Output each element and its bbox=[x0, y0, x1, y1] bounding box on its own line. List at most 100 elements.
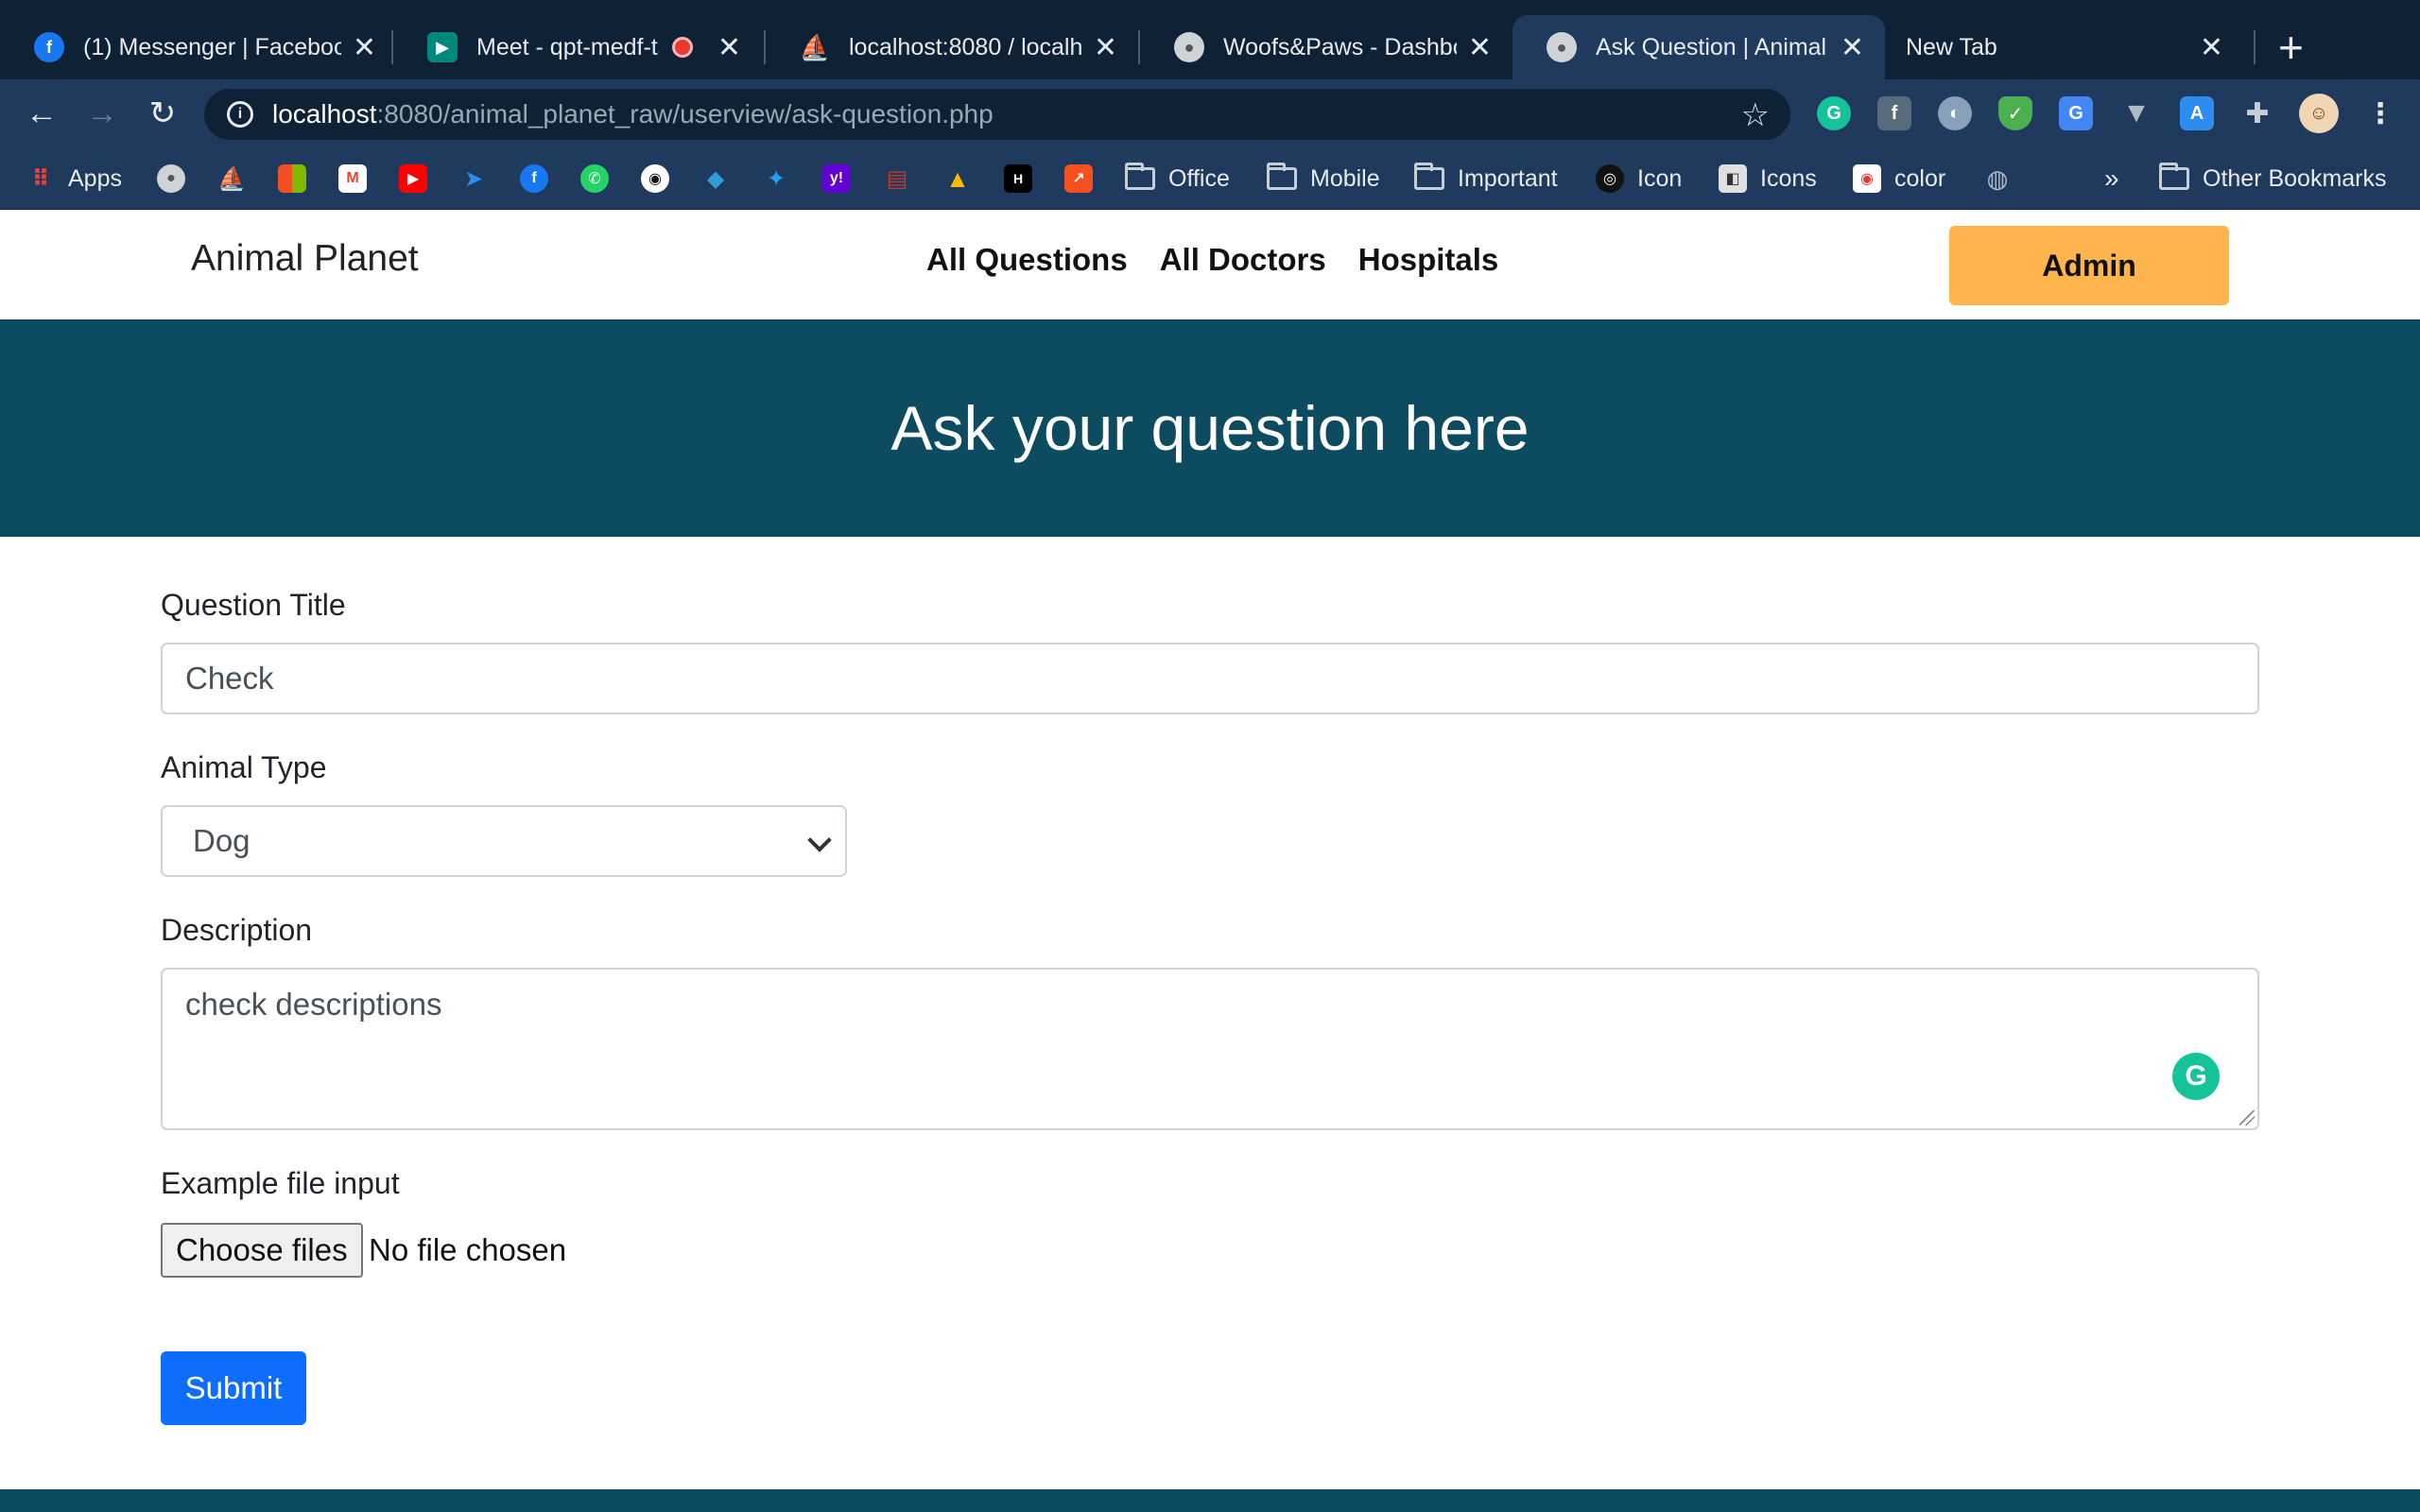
bookmark-star-icon[interactable]: ☆ bbox=[1741, 96, 1770, 134]
question-title-input[interactable]: Check bbox=[161, 643, 2259, 714]
bookmark-folder-office[interactable]: Office bbox=[1125, 147, 1230, 210]
close-icon[interactable]: ✕ bbox=[2200, 31, 2223, 64]
facebook-icon: f bbox=[34, 32, 64, 62]
tab-title: Ask Question | Animal Planet bbox=[1596, 33, 1829, 60]
microsoft-icon[interactable] bbox=[278, 164, 306, 193]
bookmark-label: Icons bbox=[1760, 164, 1817, 192]
close-icon[interactable]: ✕ bbox=[717, 31, 741, 64]
bookmark-label: Office bbox=[1168, 164, 1230, 192]
description-textarea[interactable]: check descriptions G bbox=[161, 968, 2259, 1130]
bookmark-label: Important bbox=[1458, 164, 1558, 192]
nav-all-doctors[interactable]: All Doctors bbox=[1160, 242, 1326, 278]
github-icon[interactable]: ◉ bbox=[641, 164, 669, 193]
nav-hospitals[interactable]: Hospitals bbox=[1358, 242, 1499, 278]
bird-app-icon[interactable]: ➤ bbox=[459, 164, 488, 193]
folder-icon bbox=[1267, 163, 1297, 190]
close-icon[interactable]: ✕ bbox=[1468, 31, 1492, 64]
bookmarks-bar: ⠿ Apps ● ⛵ M ▶ ➤ f ✆ ◉ ◆ ✦ y! ▤ ▲ H ↗ Of… bbox=[0, 147, 2420, 210]
new-tab-icon[interactable]: + bbox=[2278, 21, 2304, 74]
animal-type-label: Animal Type bbox=[161, 750, 327, 784]
question-title-label: Question Title bbox=[161, 588, 346, 622]
bookmark-label: color bbox=[1894, 164, 1946, 192]
nav-all-questions[interactable]: All Questions bbox=[926, 242, 1128, 278]
reload-icon[interactable]: ↻ bbox=[142, 93, 183, 134]
feedly-icon[interactable]: ↗ bbox=[1064, 164, 1093, 193]
close-icon[interactable]: ✕ bbox=[353, 31, 376, 64]
address-bar[interactable]: i localhost:8080/animal_planet_raw/userv… bbox=[204, 89, 1790, 140]
tab-separator bbox=[2254, 30, 2256, 64]
clipboard-icon[interactable]: ▤ bbox=[883, 164, 911, 193]
grammarly-icon[interactable]: G bbox=[1817, 96, 1851, 130]
bookmarks-overflow[interactable]: » bbox=[2104, 147, 2119, 210]
bookmark-color[interactable]: ◉ color bbox=[1853, 147, 1945, 210]
yahoo-icon[interactable]: y! bbox=[822, 164, 851, 193]
resize-handle-icon[interactable] bbox=[2239, 1110, 2255, 1125]
paw-icon[interactable]: ● bbox=[157, 164, 185, 193]
page-title: Ask your question here bbox=[890, 393, 1530, 463]
tab-title: (1) Messenger | Facebook bbox=[83, 33, 341, 60]
tab-meet[interactable]: ▶ Meet - qpt-medf-tsx ✕ bbox=[393, 15, 762, 79]
tab-title: New Tab bbox=[1906, 33, 1997, 60]
dart-icon[interactable]: ◆ bbox=[701, 164, 730, 193]
tab-messenger[interactable]: f (1) Messenger | Facebook ✕ bbox=[0, 15, 397, 79]
admin-button[interactable]: Admin bbox=[1949, 226, 2229, 305]
paw-icon: ● bbox=[1174, 32, 1204, 62]
browser-tab-strip: f (1) Messenger | Facebook ✕ ▶ Meet - qp… bbox=[0, 0, 2420, 79]
youtube-icon[interactable]: ▶ bbox=[399, 164, 427, 193]
tab-ask-question[interactable]: ● Ask Question | Animal Planet ✕ bbox=[1512, 15, 1885, 79]
bookmark-other-bookmarks[interactable]: Other Bookmarks bbox=[2159, 147, 2387, 210]
animal-type-value: Dog bbox=[193, 823, 251, 858]
back-arrow-icon[interactable]: ← bbox=[21, 93, 62, 134]
vue-devtools-icon[interactable]: ▼ bbox=[2119, 96, 2153, 130]
forward-arrow-icon[interactable]: → bbox=[81, 93, 123, 134]
bookmark-folder-mobile[interactable]: Mobile bbox=[1267, 147, 1380, 210]
google-translate-icon[interactable]: G bbox=[2059, 96, 2093, 130]
tab-woofs-paws[interactable]: ● Woofs&Paws - Dashboard ✕ bbox=[1140, 15, 1512, 79]
grammarly-icon[interactable]: G bbox=[2172, 1053, 2220, 1100]
extension-circle-icon[interactable]: ◐ bbox=[1938, 96, 1972, 130]
menu-kebab-icon[interactable]: ⋮ bbox=[2363, 96, 2397, 130]
bookmark-label: Icon bbox=[1637, 164, 1683, 192]
extensions-puzzle-icon[interactable]: ✚ bbox=[2240, 96, 2274, 130]
color-bookmark-icon: ◉ bbox=[1853, 164, 1881, 193]
url-host: localhost bbox=[272, 99, 377, 129]
hackerrank-icon[interactable]: H bbox=[1004, 164, 1032, 193]
bookmark-label: Other Bookmarks bbox=[2203, 164, 2387, 192]
folder-icon bbox=[2159, 163, 2189, 190]
profile-avatar[interactable]: ☺ bbox=[2299, 94, 2339, 133]
tab-title: Meet - qpt-medf-tsx bbox=[476, 33, 659, 60]
facebook-ext-icon[interactable]: f bbox=[1877, 96, 1911, 130]
close-icon[interactable]: ✕ bbox=[1094, 31, 1117, 64]
description-label: Description bbox=[161, 913, 313, 947]
submit-button[interactable]: Submit bbox=[161, 1351, 306, 1425]
url-text: localhost:8080/animal_planet_raw/uservie… bbox=[272, 99, 994, 129]
icons-bookmark-icon: ◧ bbox=[1719, 164, 1747, 193]
browser-toolbar: ← → ↻ i localhost:8080/animal_planet_raw… bbox=[0, 79, 2420, 147]
tab-phpmyadmin[interactable]: ⛵ localhost:8080 / localhost ✕ bbox=[766, 15, 1138, 79]
bookmark-apps[interactable]: ⠿ Apps bbox=[26, 147, 122, 210]
tab-new-tab[interactable]: New Tab ✕ bbox=[1885, 15, 2244, 79]
facebook-icon[interactable]: f bbox=[520, 164, 548, 193]
tab-title: Woofs&Paws - Dashboard bbox=[1223, 33, 1457, 60]
animal-type-select[interactable]: Dog bbox=[161, 805, 847, 877]
whatsapp-icon[interactable]: ✆ bbox=[580, 164, 609, 193]
tab-title: localhost:8080 / localhost bbox=[849, 33, 1082, 60]
site-info-icon[interactable]: i bbox=[227, 101, 253, 128]
close-icon[interactable]: ✕ bbox=[1841, 31, 1864, 64]
gmail-icon[interactable]: M bbox=[338, 164, 367, 193]
icon-bookmark-icon: ◎ bbox=[1596, 164, 1624, 193]
shield-icon[interactable]: ✓ bbox=[1998, 96, 2032, 130]
paw-icon: ● bbox=[1547, 32, 1577, 62]
bookmark-icons[interactable]: ◧ Icons bbox=[1719, 147, 1817, 210]
site-brand[interactable]: Animal Planet bbox=[191, 238, 419, 280]
google-drive-icon[interactable]: ▲ bbox=[943, 164, 972, 193]
footer bbox=[0, 1489, 2420, 1512]
twitter-icon[interactable]: ✦ bbox=[762, 164, 790, 193]
choose-files-button[interactable]: Choose files bbox=[161, 1223, 363, 1278]
description-value: check descriptions bbox=[185, 987, 442, 1022]
globe-icon[interactable]: ◍ bbox=[1983, 164, 2012, 193]
font-extension-icon[interactable]: A bbox=[2180, 96, 2214, 130]
bookmark-folder-important[interactable]: Important bbox=[1414, 147, 1558, 210]
phpmyadmin-icon[interactable]: ⛵ bbox=[217, 164, 246, 193]
bookmark-icon[interactable]: ◎ Icon bbox=[1596, 147, 1682, 210]
